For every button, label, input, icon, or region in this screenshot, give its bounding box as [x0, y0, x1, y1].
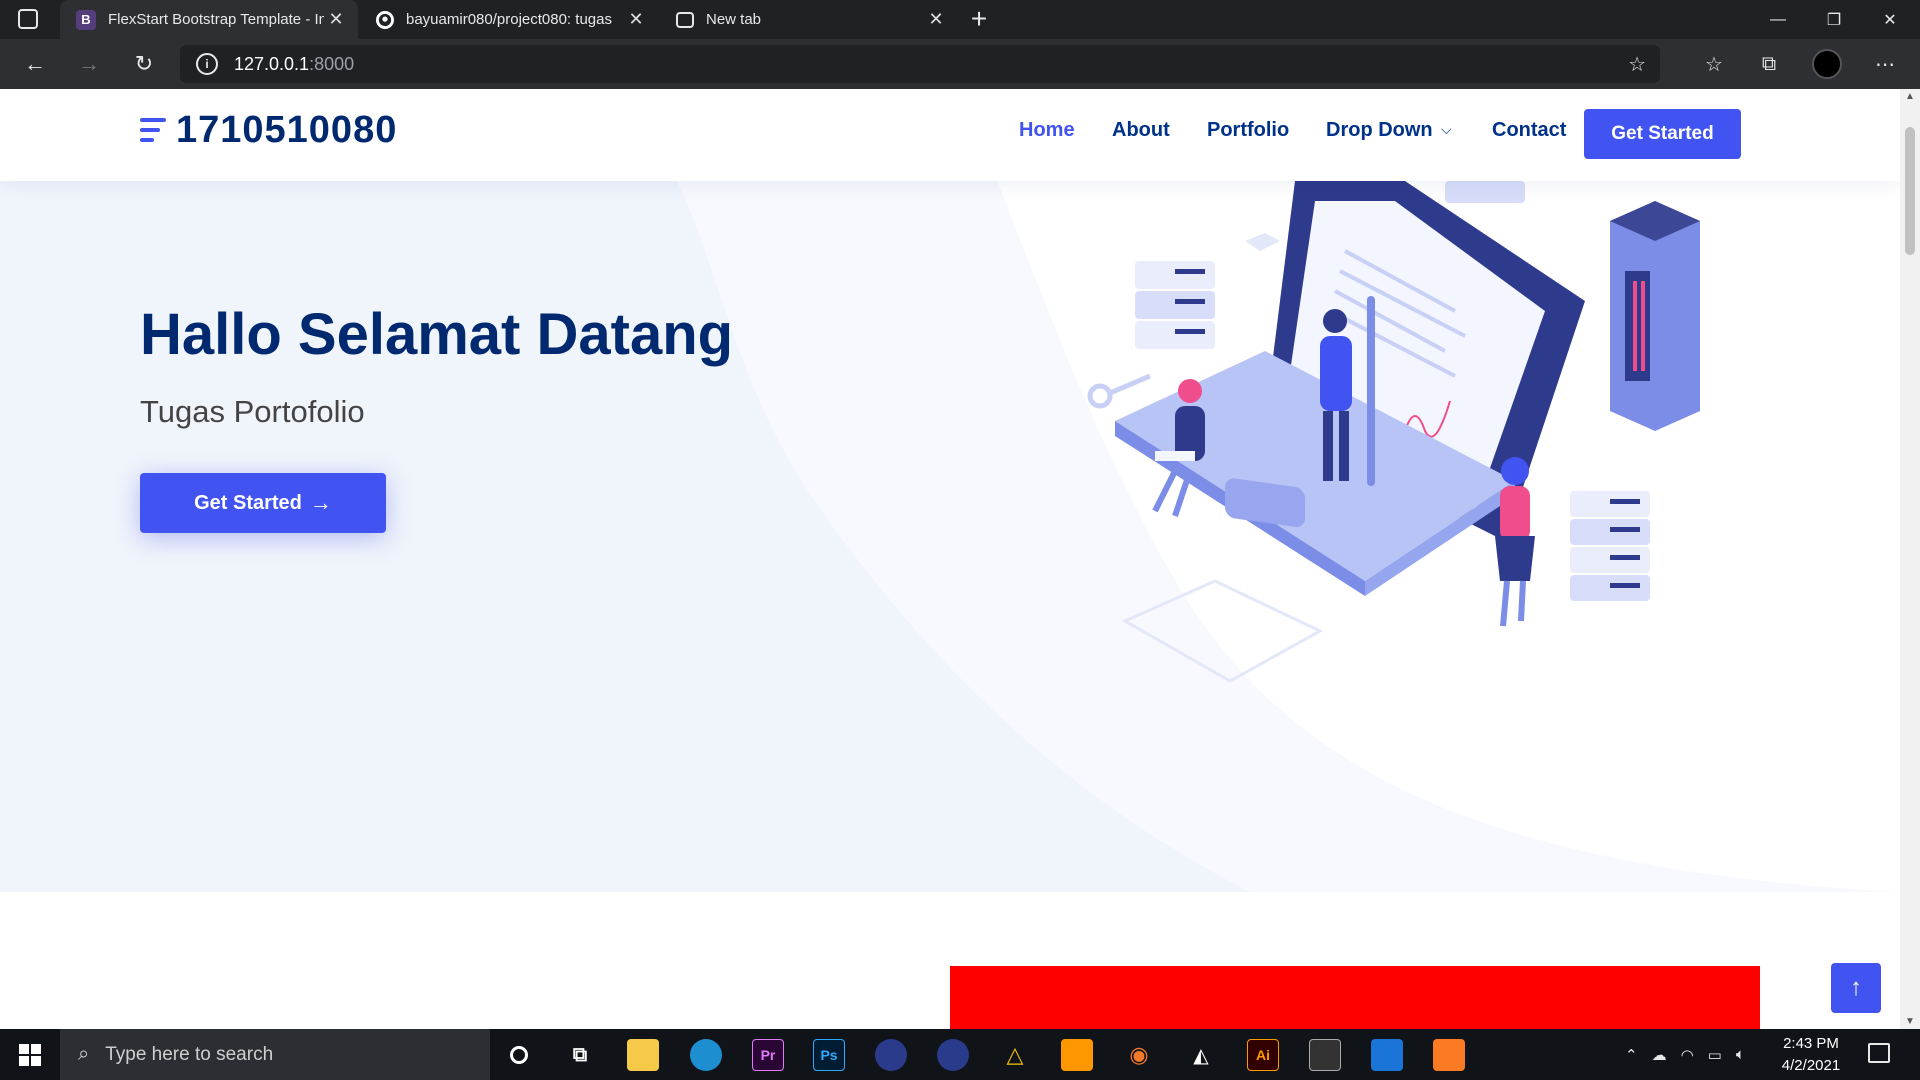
- nav-portfolio[interactable]: Portfolio: [1207, 119, 1289, 142]
- more-options-icon[interactable]: ⋯: [1868, 47, 1902, 81]
- taskbar-search-box[interactable]: ⌕ Type here to search: [60, 1029, 490, 1080]
- info-icon[interactable]: i: [196, 53, 218, 75]
- close-icon[interactable]: ✕: [924, 9, 948, 30]
- chevron-up-icon[interactable]: ⌃: [1625, 1046, 1638, 1064]
- arrow-right-icon: →: [309, 490, 332, 515]
- minimize-icon[interactable]: —: [1750, 0, 1806, 39]
- nav-contact[interactable]: Contact: [1492, 119, 1566, 142]
- favorites-icon[interactable]: ☆: [1697, 47, 1731, 81]
- url-text[interactable]: 127.0.0.1:8000: [234, 54, 354, 75]
- forward-icon[interactable]: →: [72, 47, 106, 81]
- clock-time: 2:43 PM: [1783, 1035, 1839, 1052]
- nav-about[interactable]: About: [1112, 119, 1170, 142]
- task-view-icon[interactable]: ⧉: [564, 1039, 596, 1071]
- server-right: [1570, 491, 1650, 601]
- back-icon[interactable]: ←: [18, 47, 52, 81]
- tab-actions-icon[interactable]: [18, 9, 38, 29]
- tab-title: FlexStart Bootstrap Template - In: [108, 11, 324, 28]
- volume-icon[interactable]: 🔈︎: [1736, 1046, 1745, 1063]
- hero-subtitle: Tugas Portofolio: [140, 394, 365, 429]
- unity-icon[interactable]: ◭: [1185, 1039, 1217, 1071]
- add-favorite-icon[interactable]: ☆: [1628, 52, 1646, 77]
- hero-illustration: [1087, 181, 1700, 683]
- new-tab-icon: [676, 11, 694, 28]
- address-bar[interactable]: i 127.0.0.1:8000 ☆: [180, 45, 1660, 83]
- reload-icon[interactable]: ↻: [127, 47, 161, 81]
- site-logo[interactable]: 1710510080: [140, 109, 397, 152]
- tab-new-tab[interactable]: New tab ✕: [660, 0, 958, 39]
- battery-icon[interactable]: ▭: [1708, 1046, 1722, 1064]
- system-tray: ⌃ ☁ ◠ ▭ 🔈︎: [1625, 1029, 1745, 1080]
- header-get-started-button[interactable]: Get Started: [1584, 109, 1741, 159]
- server-tower: [1610, 201, 1700, 431]
- search-placeholder: Type here to search: [105, 1043, 274, 1065]
- site-header: 1710510080 Home About Portfolio Drop Dow…: [0, 89, 1900, 181]
- tab-flexstart[interactable]: B FlexStart Bootstrap Template - In ✕: [60, 0, 358, 39]
- profile-avatar[interactable]: [1810, 47, 1844, 81]
- xampp-icon[interactable]: [1433, 1039, 1465, 1071]
- new-tab-button[interactable]: +: [964, 2, 994, 36]
- page-scrollbar[interactable]: ▲ ▼: [1900, 89, 1920, 1029]
- red-content-block: [950, 966, 1760, 1029]
- wifi-icon[interactable]: ◠: [1681, 1046, 1694, 1064]
- browser-tab-bar: B FlexStart Bootstrap Template - In ✕ ba…: [0, 0, 1920, 39]
- restore-icon[interactable]: ❐: [1806, 0, 1862, 39]
- scroll-down-icon[interactable]: ▼: [1905, 1016, 1915, 1027]
- blender-icon[interactable]: ◉: [1123, 1039, 1155, 1071]
- logo-text: 1710510080: [176, 109, 398, 151]
- nav-drop-down[interactable]: Drop Down: [1326, 119, 1433, 142]
- page-viewport: 1710510080 Home About Portfolio Drop Dow…: [0, 89, 1900, 1029]
- windows-start-icon[interactable]: [0, 1029, 60, 1080]
- photoshop-icon[interactable]: Ps: [813, 1039, 845, 1071]
- illustrator-icon[interactable]: Ai: [1247, 1039, 1279, 1071]
- tab-title: New tab: [706, 11, 762, 28]
- back-to-top-button[interactable]: ↑: [1831, 963, 1881, 1013]
- bootstrap-icon: B: [76, 9, 96, 30]
- taskbar-clock[interactable]: 2:43 PM 4/2/2021: [1766, 1033, 1856, 1077]
- sublime-text-icon[interactable]: [1061, 1039, 1093, 1071]
- arrow-up-icon: ↑: [1850, 974, 1862, 1001]
- hero-get-started-button[interactable]: Get Started →: [140, 473, 386, 533]
- tab-github[interactable]: bayuamir080/project080: tugas ✕: [360, 0, 658, 39]
- autodesk-icon[interactable]: △: [999, 1039, 1031, 1071]
- onedrive-icon[interactable]: ☁: [1652, 1046, 1667, 1064]
- scrollbar-thumb[interactable]: [1905, 127, 1915, 255]
- server-left: [1135, 261, 1215, 349]
- close-icon[interactable]: ✕: [324, 9, 348, 30]
- cinema4d-icon[interactable]: [875, 1039, 907, 1071]
- clock-date: 4/2/2021: [1781, 1057, 1841, 1074]
- scroll-up-icon[interactable]: ▲: [1905, 91, 1915, 102]
- search-icon: ⌕: [78, 1043, 90, 1065]
- media-player-icon[interactable]: [1371, 1039, 1403, 1071]
- terminal-icon[interactable]: [1309, 1039, 1341, 1071]
- chevron-down-icon: ⌵: [1441, 121, 1452, 137]
- notifications-icon[interactable]: [1868, 1043, 1890, 1063]
- file-explorer-icon[interactable]: [627, 1039, 659, 1071]
- premiere-pro-icon[interactable]: Pr: [752, 1039, 784, 1071]
- logo-icon: [140, 115, 166, 147]
- hero-button-label: Get Started: [194, 491, 302, 514]
- close-icon[interactable]: ✕: [624, 9, 648, 30]
- github-icon: [376, 10, 394, 29]
- hero-title: Hallo Selamat Datang: [140, 302, 734, 367]
- windows-taskbar: ⌕ Type here to search ⧉ Pr Ps △ ◉ ◭ Ai ⌃…: [0, 1029, 1920, 1080]
- close-window-icon[interactable]: ✕: [1862, 0, 1918, 39]
- edge-icon[interactable]: [690, 1039, 722, 1071]
- collections-icon[interactable]: ⧉: [1752, 47, 1786, 81]
- nav-home[interactable]: Home: [1019, 119, 1075, 142]
- address-toolbar: ← → ↻ i 127.0.0.1:8000 ☆ ☆ ⧉ ⋯: [0, 39, 1920, 89]
- tab-title: bayuamir080/project080: tugas: [406, 11, 612, 28]
- cortana-icon[interactable]: [503, 1039, 535, 1071]
- key-shape: [1087, 373, 1151, 409]
- cinema4d-icon[interactable]: [937, 1039, 969, 1071]
